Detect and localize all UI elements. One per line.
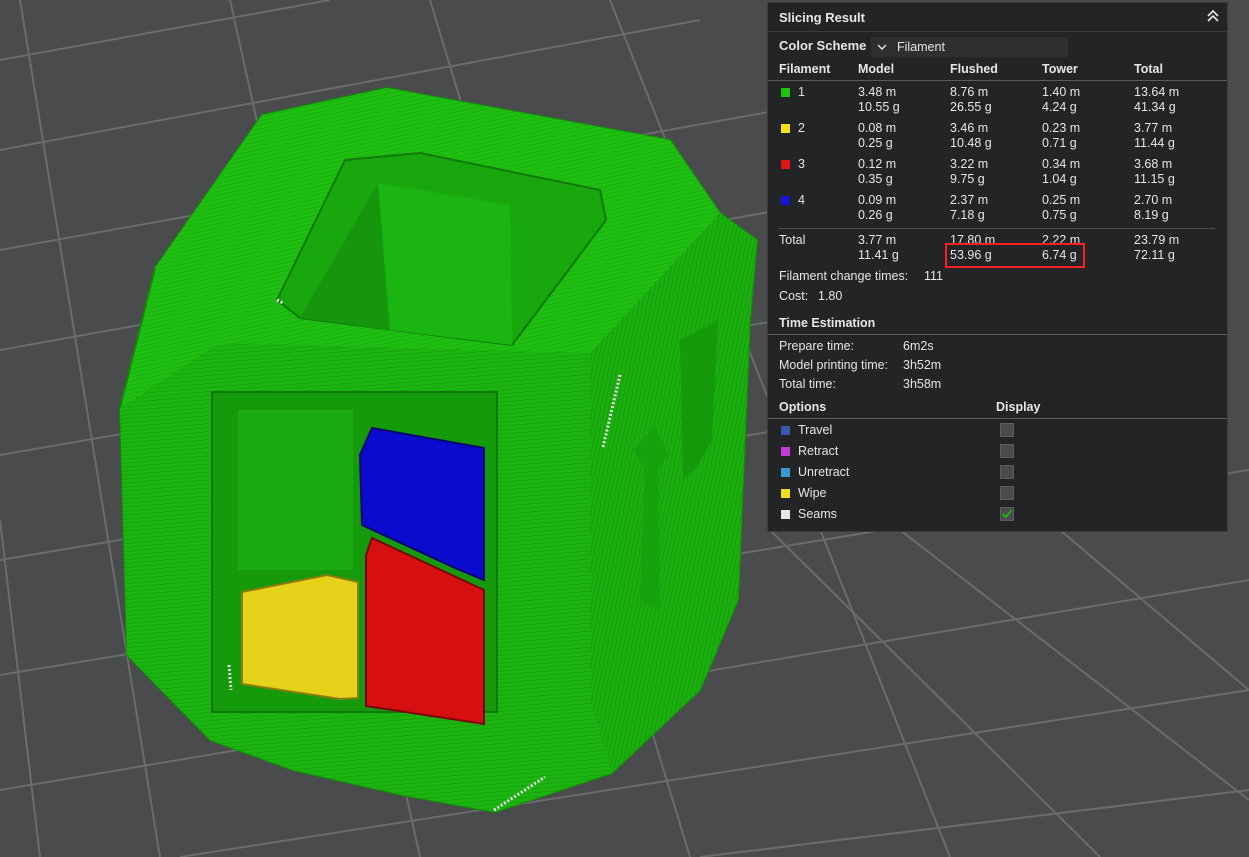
option-label: Seams (798, 507, 837, 521)
flushed-weight: 26.55 g (950, 100, 992, 114)
total-divider (779, 228, 1215, 229)
total-weight: 11.15 g (1134, 172, 1175, 186)
total-weight: 11.44 g (1134, 136, 1175, 150)
wipe-display-checkbox[interactable] (1000, 486, 1014, 500)
filament-2-color-swatch (781, 124, 790, 133)
cost-value: 1.80 (818, 289, 843, 303)
wipe-color-swatch (781, 489, 790, 498)
model-weight: 0.25 g (858, 136, 893, 150)
total-time-label: Total time: (779, 377, 836, 391)
chevron-down-icon (877, 44, 887, 50)
filament-4-color-swatch (781, 196, 790, 205)
tower-length: 0.34 m (1042, 157, 1081, 171)
filament-id: 1 (798, 85, 805, 99)
tower-length: 1.40 m (1042, 85, 1081, 99)
flushed-length: 3.22 m (950, 157, 989, 171)
time-estimation-title: Time Estimation (779, 316, 876, 330)
unretract-display-checkbox[interactable] (1000, 465, 1014, 479)
filament-1-color-swatch (781, 88, 790, 97)
model-printing-time-value: 3h52m (903, 358, 942, 372)
filament-id: 3 (798, 157, 805, 171)
total-model-weight: 11.41 g (858, 248, 899, 262)
tower-weight: 4.24 g (1042, 100, 1077, 114)
travel-color-swatch (781, 426, 790, 435)
model-length: 3.48 m (858, 85, 897, 99)
tower-weight: 0.75 g (1042, 208, 1077, 222)
cost-label: Cost: (779, 289, 809, 303)
column-header-filament: Filament (779, 62, 831, 76)
retract-display-checkbox[interactable] (1000, 444, 1014, 458)
slicing-result-panel: Slicing Result Color Scheme Filament Fil… (767, 2, 1228, 532)
column-header-total: Total (1134, 62, 1163, 76)
header-divider (768, 80, 1227, 81)
column-header-flushed: Flushed (950, 62, 998, 76)
flushed-weight: 7.18 g (950, 208, 985, 222)
display-title: Display (996, 400, 1041, 414)
retract-color-swatch (781, 447, 790, 456)
total-length: 3.68 m (1134, 157, 1173, 171)
filament-3-color-swatch (781, 160, 790, 169)
total-weight: 8.19 g (1134, 208, 1169, 222)
filament-change-label: Filament change times: (779, 269, 909, 283)
tower-length: 0.25 m (1042, 193, 1081, 207)
total-label: Total (779, 233, 806, 247)
color-scheme-label: Color Scheme (779, 38, 867, 53)
seams-color-swatch (781, 510, 790, 519)
flushed-weight: 10.48 g (950, 136, 992, 150)
time-divider (768, 334, 1227, 335)
seams-display-checkbox[interactable] (1000, 507, 1014, 521)
grand-total-length: 23.79 m (1134, 233, 1180, 247)
tower-length: 0.23 m (1042, 121, 1081, 135)
highlight-box (945, 243, 1085, 268)
model-length: 0.08 m (858, 121, 897, 135)
prepare-time-value: 6m2s (903, 339, 934, 353)
flushed-length: 2.37 m (950, 193, 989, 207)
model-printing-time-label: Model printing time: (779, 358, 889, 372)
checkmark-icon (1002, 510, 1012, 519)
options-title: Options (779, 400, 827, 414)
grand-total-weight: 72.11 g (1134, 248, 1175, 262)
flushed-weight: 9.75 g (950, 172, 985, 186)
filament-change-value: 111 (924, 269, 944, 283)
total-time-value: 3h58m (903, 377, 942, 391)
filament-id: 4 (798, 193, 805, 207)
option-label: Travel (798, 423, 833, 437)
option-label: Unretract (798, 465, 850, 479)
options-divider (768, 418, 1227, 419)
total-length: 3.77 m (1134, 121, 1173, 135)
total-length: 2.70 m (1134, 193, 1173, 207)
total-model-length: 3.77 m (858, 233, 897, 247)
panel-title: Slicing Result (779, 10, 865, 25)
prepare-time-label: Prepare time: (779, 339, 855, 353)
flushed-length: 3.46 m (950, 121, 989, 135)
model-weight: 0.26 g (858, 208, 893, 222)
color-scheme-value: Filament (897, 40, 945, 54)
model-length: 0.12 m (858, 157, 897, 171)
unretract-color-swatch (781, 468, 790, 477)
color-scheme-dropdown[interactable]: Filament (871, 37, 1068, 57)
model-weight: 0.35 g (858, 172, 893, 186)
option-label: Retract (798, 444, 839, 458)
travel-display-checkbox[interactable] (1000, 423, 1014, 437)
flushed-length: 8.76 m (950, 85, 989, 99)
model-weight: 10.55 g (858, 100, 900, 114)
printed-model[interactable] (118, 86, 759, 814)
column-header-tower: Tower (1042, 62, 1078, 76)
total-length: 13.64 m (1134, 85, 1180, 99)
collapse-icon[interactable] (1205, 8, 1221, 24)
column-header-model: Model (858, 62, 895, 76)
model-length: 0.09 m (858, 193, 897, 207)
filament-id: 2 (798, 121, 805, 135)
option-label: Wipe (798, 486, 827, 500)
panel-header: Slicing Result (768, 3, 1227, 32)
tower-weight: 0.71 g (1042, 136, 1077, 150)
total-weight: 41.34 g (1134, 100, 1176, 114)
tower-weight: 1.04 g (1042, 172, 1077, 186)
